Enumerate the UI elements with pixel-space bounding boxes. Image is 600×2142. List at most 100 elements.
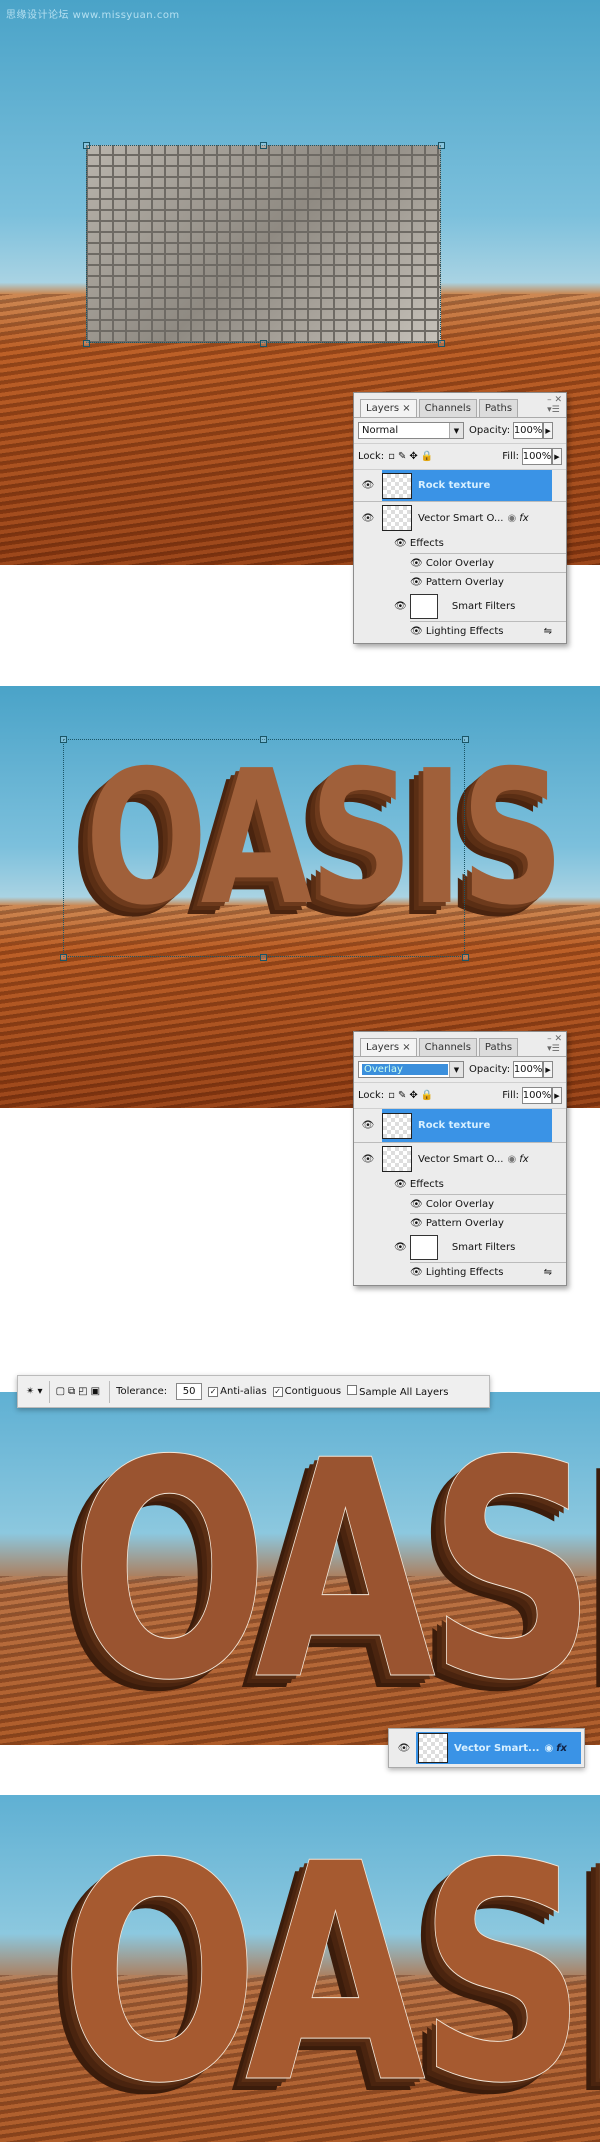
layer-thumbnail	[382, 1112, 412, 1139]
sample-all-layers-checkbox[interactable]: Sample All Layers	[347, 1385, 449, 1398]
blend-mode-select[interactable]: Overlay ▼	[358, 1061, 464, 1078]
lighting-effects-item[interactable]: 👁 Lighting Effects ⇋	[410, 621, 566, 640]
eye-icon[interactable]: 👁	[394, 1242, 410, 1253]
eye-icon[interactable]: 👁	[354, 480, 382, 491]
layer-row-rock-texture[interactable]: 👁 Rock texture	[354, 470, 566, 502]
transform-handle[interactable]	[83, 340, 90, 347]
step3-canvas: OASIS	[0, 1392, 600, 1745]
eye-icon[interactable]: 👁	[394, 601, 410, 612]
eye-icon[interactable]: 👁	[410, 558, 426, 569]
eye-icon[interactable]: 👁	[410, 1199, 426, 1210]
fill-slider-button[interactable]: ▶	[552, 448, 562, 465]
transform-handle[interactable]	[438, 340, 445, 347]
pattern-overlay-item[interactable]: 👁 Pattern Overlay	[410, 572, 566, 591]
transform-handle[interactable]	[60, 954, 67, 961]
chevron-down-icon: ▼	[449, 1062, 463, 1077]
tab-layers[interactable]: Layers ×	[360, 399, 417, 417]
layer-row-vector-smart-object[interactable]: 👁 Vector Smart... ◉ fx	[388, 1728, 585, 1768]
color-overlay-item[interactable]: 👁 Color Overlay	[410, 1194, 566, 1213]
smart-object-thumbnail	[418, 1733, 448, 1763]
transform-handle[interactable]	[260, 954, 267, 961]
fill-slider-button[interactable]: ▶	[552, 1087, 562, 1104]
transform-handle[interactable]	[438, 142, 445, 149]
transform-handle[interactable]	[60, 736, 67, 743]
eye-icon[interactable]: 👁	[410, 1267, 426, 1278]
eye-icon[interactable]: 👁	[394, 538, 410, 549]
eye-icon[interactable]: 👁	[410, 626, 426, 637]
eye-icon[interactable]: 👁	[410, 577, 426, 588]
transform-handle[interactable]	[462, 954, 469, 961]
transform-box	[86, 145, 441, 343]
tab-layers[interactable]: Layers ×	[360, 1038, 417, 1056]
fill-label: Fill:	[502, 451, 519, 462]
transform-handle[interactable]	[260, 340, 267, 347]
color-overlay-item[interactable]: 👁 Color Overlay	[410, 553, 566, 572]
tab-paths[interactable]: Paths	[478, 1038, 519, 1056]
oasis-selected-text: OASIS	[60, 1800, 600, 2142]
tolerance-label: Tolerance:	[116, 1386, 168, 1397]
lock-label: Lock:	[358, 451, 385, 462]
layer-name: Rock texture	[418, 1120, 491, 1131]
lock-label: Lock:	[358, 1090, 385, 1101]
effects-item[interactable]: 👁 Effects	[354, 1175, 566, 1194]
eye-icon[interactable]: 👁	[410, 1218, 426, 1229]
smart-filters-item[interactable]: 👁 Smart Filters	[354, 1232, 566, 1262]
tab-channels[interactable]: Channels	[418, 399, 477, 417]
divider	[109, 1380, 111, 1403]
opacity-input[interactable]: 100%	[513, 422, 544, 439]
smart-object-thumbnail	[382, 505, 412, 531]
eye-icon[interactable]: 👁	[354, 1154, 382, 1165]
oasis-selected-text: OASIS	[70, 1397, 600, 1745]
layer-row-vector-smart-object[interactable]: 👁 Vector Smart O... ◉ fx	[354, 1143, 566, 1175]
fill-label: Fill:	[502, 1090, 519, 1101]
lighting-effects-item[interactable]: 👁 Lighting Effects ⇋	[410, 1262, 566, 1281]
opacity-label: Opacity:	[469, 1064, 511, 1075]
blend-mode-select[interactable]: Normal ▼	[358, 422, 464, 439]
eye-icon[interactable]: 👁	[354, 1120, 382, 1131]
layer-row-vector-smart-object[interactable]: 👁 Vector Smart O... ◉ fx	[354, 502, 566, 534]
panel-menu-icon[interactable]: – ✕ ▾☰	[547, 395, 562, 415]
eye-icon[interactable]: 👁	[392, 1743, 416, 1754]
smart-filter-icon: ◉	[507, 1153, 517, 1165]
contiguous-checkbox[interactable]: ✓ Contiguous	[272, 1386, 341, 1397]
panel-menu-icon[interactable]: – ✕ ▾☰	[547, 1034, 562, 1054]
smart-filters-item[interactable]: 👁 Smart Filters	[354, 591, 566, 621]
transform-handle[interactable]	[260, 142, 267, 149]
anti-alias-checkbox[interactable]: ✓ Anti-alias	[208, 1386, 267, 1397]
filter-mask-thumbnail	[409, 593, 438, 619]
tab-channels[interactable]: Channels	[418, 1038, 477, 1056]
opacity-slider-button[interactable]: ▶	[543, 1061, 554, 1078]
fx-icon[interactable]: fx	[556, 1743, 567, 1754]
watermark: 思缘设计论坛 www.missyuan.com	[6, 10, 180, 21]
fx-icon[interactable]: fx	[519, 1154, 528, 1165]
tolerance-input[interactable]: 50	[176, 1383, 203, 1400]
lock-icons[interactable]: ▫✎✥🔒	[388, 451, 436, 462]
tab-paths[interactable]: Paths	[478, 399, 519, 417]
transform-handle[interactable]	[83, 142, 90, 149]
lock-icons[interactable]: ▫✎✥🔒	[388, 1090, 436, 1101]
chevron-down-icon: ▼	[449, 423, 463, 438]
opacity-slider-button[interactable]: ▶	[543, 422, 554, 439]
selection-mode-icons[interactable]: ▢⧉◰▣	[56, 1386, 104, 1397]
magic-wand-options-bar: ✴ ▾ ▢⧉◰▣ Tolerance: 50 ✓ Anti-alias ✓ Cont…	[17, 1375, 490, 1408]
layer-row-rock-texture[interactable]: 👁 Rock texture	[354, 1109, 566, 1143]
divider	[48, 1380, 50, 1403]
filter-options-icon[interactable]: ⇋	[544, 626, 552, 637]
layers-panel: Layers × Channels Paths – ✕ ▾☰ Normal ▼ Op…	[353, 392, 567, 644]
fx-icon[interactable]: fx	[519, 513, 528, 524]
pattern-overlay-item[interactable]: 👁 Pattern Overlay	[410, 1213, 566, 1232]
eye-icon[interactable]: 👁	[354, 513, 382, 524]
filter-options-icon[interactable]: ⇋	[544, 1267, 552, 1278]
transform-handle[interactable]	[462, 736, 469, 743]
layer-thumbnail	[382, 472, 412, 499]
filter-mask-thumbnail	[409, 1234, 438, 1260]
opacity-label: Opacity:	[469, 425, 511, 436]
transform-handle[interactable]	[260, 736, 267, 743]
fill-input[interactable]: 100%	[522, 448, 552, 465]
fill-input[interactable]: 100%	[522, 1087, 552, 1104]
opacity-input[interactable]: 100%	[513, 1061, 544, 1078]
eye-icon[interactable]: 👁	[394, 1179, 410, 1190]
effects-item[interactable]: 👁 Effects	[354, 534, 566, 553]
step4-canvas: OASIS	[0, 1795, 600, 2142]
magic-wand-icon[interactable]: ✴ ▾	[26, 1386, 43, 1397]
